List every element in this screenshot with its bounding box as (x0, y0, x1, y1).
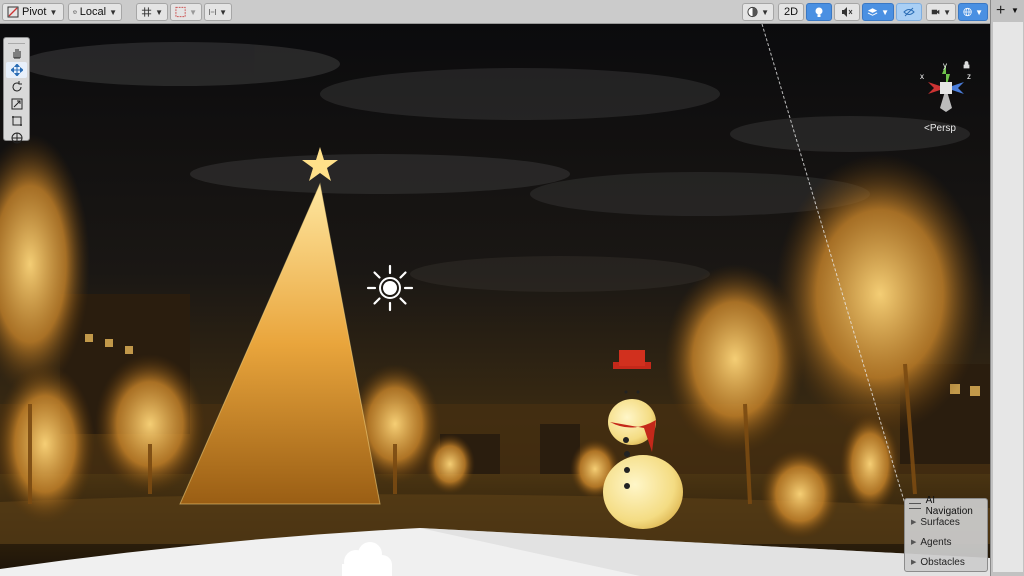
expand-triangle-icon[interactable]: ▶ (911, 518, 916, 526)
chevron-down-icon[interactable]: ▼ (1011, 6, 1019, 15)
audio-toggle[interactable] (834, 3, 860, 21)
increment-snap-dropdown[interactable]: ▼ (170, 3, 202, 21)
chevron-down-icon: ▼ (943, 7, 951, 17)
ai-navigation-title: AI Navigation (925, 494, 973, 517)
directional-light-icon[interactable] (366, 264, 414, 312)
gizmo-axis-z: z (967, 72, 971, 81)
gizmo-globe-icon (963, 7, 972, 17)
right-side-panel: + ▼ (990, 0, 1024, 576)
nav-item-label: Surfaces (920, 516, 960, 528)
cube-icon (73, 10, 77, 14)
tools-overlay (3, 37, 30, 144)
mode-2d-label: 2D (783, 6, 799, 18)
pivot-icon (7, 6, 19, 18)
projection-label[interactable]: <Persp (924, 123, 956, 134)
pivot-label: Pivot (22, 6, 47, 18)
grid-snap-icon (141, 7, 152, 17)
transform-icon (11, 132, 22, 144)
transform-tool-button[interactable] (6, 130, 27, 146)
draw-mode-dropdown[interactable]: ▼ (742, 3, 774, 21)
gizmos-dropdown[interactable]: ▼ (958, 3, 988, 21)
eye-slash-icon (903, 7, 915, 17)
align-dropdown[interactable]: ▼ (204, 3, 232, 21)
scale-icon (11, 98, 22, 110)
chevron-down-icon: ▼ (155, 7, 163, 17)
gizmo-axis-x: x (920, 72, 924, 81)
rotate-icon (12, 81, 22, 92)
lighting-toggle[interactable] (806, 3, 832, 21)
ai-navigation-overlay: AI Navigation ▶ Surfaces ▶ Agents ▶ Obst… (904, 495, 988, 572)
rotate-tool-button[interactable] (6, 79, 27, 95)
nav-item-label: Obstacles (920, 556, 965, 568)
shading-sphere-icon (747, 6, 758, 18)
ai-navigation-header[interactable]: AI Navigation (905, 495, 987, 517)
increment-snap-icon (175, 6, 186, 18)
nav-item-agents[interactable]: ▶ Agents (905, 532, 987, 552)
mode-2d-button[interactable]: 2D (778, 3, 804, 21)
chevron-down-icon: ▼ (881, 7, 889, 17)
chevron-down-icon: ▼ (761, 7, 769, 17)
overlay-grip[interactable] (8, 38, 25, 44)
scene-render (0, 24, 990, 576)
expand-triangle-icon[interactable]: ▶ (911, 538, 916, 546)
audio-mute-icon (842, 7, 853, 17)
effects-layers-icon (867, 8, 878, 16)
add-icon[interactable]: + (996, 2, 1005, 20)
rect-icon (11, 116, 22, 126)
chevron-down-icon: ▼ (49, 7, 58, 17)
expand-triangle-icon[interactable]: ▶ (911, 558, 916, 566)
move-tool-button[interactable] (6, 62, 27, 78)
nav-item-label: Agents (920, 536, 952, 548)
chevron-down-icon: ▼ (219, 7, 227, 17)
scene-view[interactable]: y x z <Persp (0, 24, 990, 576)
gizmo-axis-y: y (943, 61, 947, 70)
orientation-gizmo[interactable]: y x z (918, 60, 974, 119)
effects-dropdown[interactable]: ▼ (862, 3, 894, 21)
camera-dropdown[interactable]: ▼ (926, 3, 956, 21)
hand-tool-button[interactable] (6, 45, 27, 61)
hand-icon (13, 49, 20, 59)
chevron-down-icon: ▼ (189, 7, 197, 17)
align-icon (209, 9, 216, 15)
persp-label: Persp (929, 123, 956, 134)
move-icon (10, 64, 23, 76)
hidden-objects-toggle[interactable] (896, 3, 922, 21)
grid-snapping-dropdown[interactable]: ▼ (136, 3, 168, 21)
local-dropdown[interactable]: Local ▼ (68, 3, 122, 21)
local-label: Local (79, 6, 107, 18)
camera-icon (931, 9, 940, 15)
lightbulb-icon (815, 7, 823, 17)
nav-item-obstacles[interactable]: ▶ Obstacles (905, 552, 987, 572)
panel-strip (993, 22, 1023, 572)
drag-handle-icon[interactable] (909, 502, 921, 509)
chevron-down-icon: ▼ (109, 7, 117, 17)
chevron-down-icon: ▼ (975, 7, 983, 17)
scale-tool-button[interactable] (6, 96, 27, 112)
pivot-dropdown[interactable]: Pivot ▼ (2, 3, 64, 21)
rect-tool-button[interactable] (6, 113, 27, 129)
scene-toolbar: Pivot ▼ Local ▼ ▼ ▼ ▼ ▼ 2D ▼ ▼ ▼ (0, 0, 990, 24)
